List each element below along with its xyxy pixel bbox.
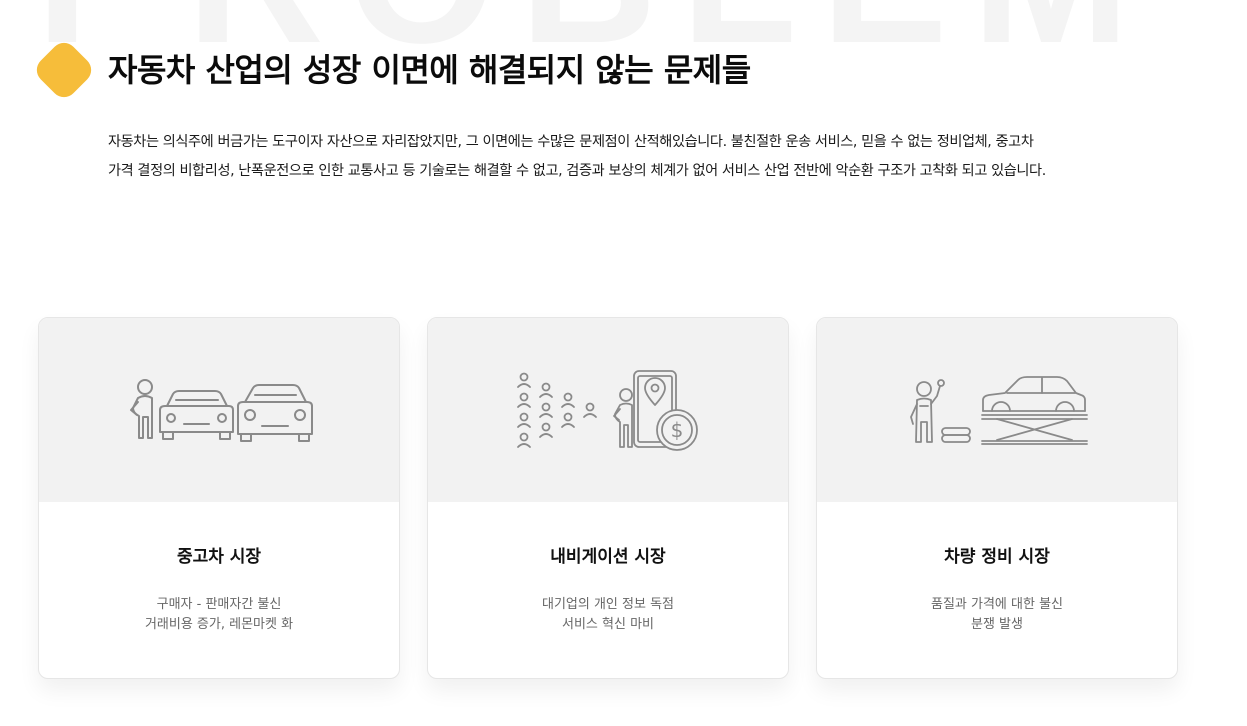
card-title: 내비게이션 시장 (550, 547, 666, 567)
card-description: 품질과 가격에 대한 불신 분쟁 발생 (817, 595, 1177, 635)
card-desc-line: 거래비용 증가, 레몬마켓 화 (144, 617, 294, 632)
card-illustration (817, 318, 1177, 502)
intro-line: 가격 결정의 비합리성, 난폭운전으로 인한 교통사고 등 기술로는 해결할 수… (108, 163, 1046, 179)
card-title: 중고차 시장 (176, 547, 262, 567)
problem-card-used-car: 중고차 시장 구매자 - 판매자간 불신 거래비용 증가, 레몬마켓 화 (38, 317, 400, 679)
card-desc-line: 품질과 가격에 대한 불신 (931, 597, 1063, 612)
mechanic-car-lift-icon (910, 376, 1088, 445)
card-description: 구매자 - 판매자간 불신 거래비용 증가, 레몬마켓 화 (39, 595, 399, 635)
card-description: 대기업의 개인 정보 독점 서비스 혁신 마비 (428, 595, 788, 635)
problem-card-maintenance: 차량 정비 시장 품질과 가격에 대한 불신 분쟁 발생 (816, 317, 1178, 679)
people-phone-location-dollar-icon: $ (517, 370, 698, 451)
svg-text:$: $ (671, 418, 684, 442)
card-illustration (39, 318, 399, 502)
card-illustration: $ (428, 318, 788, 502)
card-desc-line: 대기업의 개인 정보 독점 (542, 597, 674, 612)
section-title: 자동차 산업의 성장 이면에 해결되지 않는 문제들 (108, 51, 751, 89)
card-desc-line: 서비스 혁신 마비 (562, 617, 654, 632)
problem-card-navigation: $ 내비게이션 시장 대기업의 개인 정보 독점 서비스 혁신 마비 (427, 317, 789, 679)
section-intro: 자동차는 의식주에 버금가는 도구이자 자산으로 자리잡았지만, 그 이면에는 … (108, 128, 1208, 186)
card-desc-line: 분쟁 발생 (971, 617, 1023, 632)
card-title: 차량 정비 시장 (944, 547, 1050, 567)
person-and-cars-icon (130, 379, 313, 442)
card-desc-line: 구매자 - 판매자간 불신 (156, 597, 282, 612)
intro-line: 자동차는 의식주에 버금가는 도구이자 자산으로 자리잡았지만, 그 이면에는 … (108, 134, 1034, 150)
